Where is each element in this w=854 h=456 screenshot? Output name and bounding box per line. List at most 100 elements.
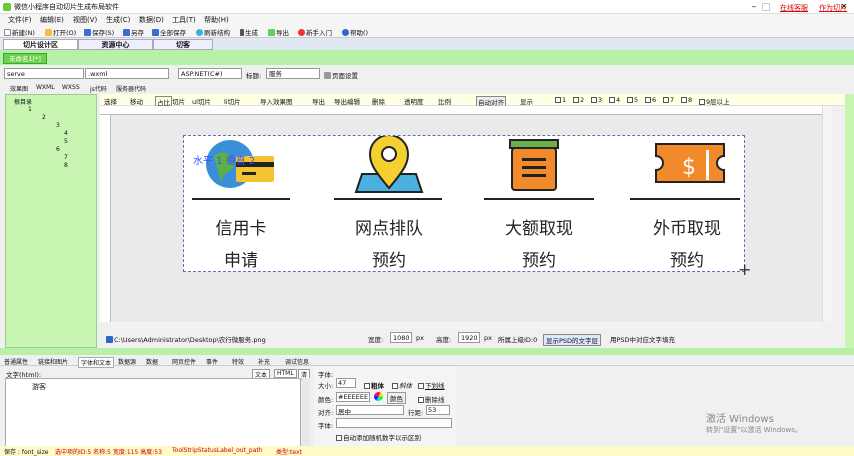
underline-checkbox[interactable]: 下划线	[418, 380, 445, 390]
card-title[interactable]: 外币取现	[622, 214, 752, 239]
proptab-web-controls[interactable]: 网页控件	[172, 357, 196, 366]
move-tool[interactable]: 移动	[130, 96, 143, 106]
subtab-server[interactable]: 服务器代码	[116, 84, 146, 93]
menu-tools[interactable]: 工具(T)	[172, 15, 196, 25]
menu-help[interactable]: 帮助(H)	[204, 15, 229, 25]
save-all-button[interactable]: 全部保存	[152, 27, 186, 37]
vertical-scrollbar[interactable]	[822, 106, 832, 322]
language-select[interactable]: ASP.NET(C#)	[178, 68, 242, 79]
tree-node[interactable]: 1	[28, 106, 32, 113]
subtab-wxss[interactable]: WXSS	[62, 84, 80, 91]
subtab-wxml[interactable]: WXML	[36, 84, 55, 91]
proptab-supplement[interactable]: 补充	[258, 357, 270, 366]
subtab-design[interactable]: 效果图	[10, 84, 28, 93]
li-slice-tool[interactable]: li切片	[224, 96, 241, 106]
close-icon[interactable]: ✕	[838, 1, 850, 12]
proptab-debug[interactable]: 调试信息	[285, 357, 309, 366]
right-tool-strip[interactable]	[833, 106, 845, 322]
card-title[interactable]: 大额取现	[474, 214, 604, 239]
align-select[interactable]: 居中	[336, 405, 404, 416]
card-title[interactable]: 网点排队	[324, 214, 454, 239]
layer-9-checkbox[interactable]: 9层以上	[699, 96, 730, 106]
font-size-input[interactable]: 47	[336, 378, 356, 388]
opacity-dropdown[interactable]: 透明度	[404, 96, 424, 106]
select-tool[interactable]: 选择	[104, 96, 117, 106]
horizontal-scrollbar[interactable]	[111, 322, 822, 329]
tree-node[interactable]: 6	[56, 146, 60, 153]
bold-checkbox[interactable]: 粗体	[364, 380, 384, 390]
open-button[interactable]: 打开(O)	[45, 27, 76, 37]
minimize-icon[interactable]: ‒	[748, 1, 760, 12]
scale-dropdown[interactable]: 比例	[438, 96, 451, 106]
online-service-link[interactable]: 在线客服	[780, 3, 808, 13]
text-editor-scrollbar[interactable]	[302, 378, 310, 448]
layer-7-checkbox[interactable]: 7	[663, 96, 674, 104]
ul-slice-tool[interactable]: ul切片	[192, 96, 211, 106]
tree-node[interactable]: 7	[64, 154, 68, 161]
card-title[interactable]: 信用卡	[176, 214, 306, 239]
card-subtitle[interactable]: 预约	[324, 246, 454, 271]
tab-slice-design[interactable]: 切片设计区	[3, 39, 78, 50]
proptab-link-image[interactable]: 链接和图片	[38, 357, 68, 366]
width-input[interactable]: 1080	[390, 332, 412, 343]
tab-qieke[interactable]: 切客	[153, 39, 213, 50]
delete-tool[interactable]: 删除	[372, 96, 385, 106]
restore-icon[interactable]	[762, 3, 770, 11]
tree-node[interactable]: 4	[64, 130, 68, 137]
card-subtitle[interactable]: 预约	[622, 246, 752, 271]
export-edit-tool[interactable]: 导出编辑	[334, 96, 360, 106]
tab-resource-center[interactable]: 资源中心	[78, 39, 153, 50]
tree-node[interactable]: 3	[56, 122, 60, 129]
beginner-guide-button[interactable]: 新手入门	[298, 27, 332, 37]
artboard[interactable]: $ 信用卡 申请 网点排队 预约 大额取现 预约 外币取现 预约	[183, 135, 745, 272]
tree-node[interactable]: 2	[42, 114, 46, 121]
tree-node[interactable]: 5	[64, 138, 68, 145]
extension-select[interactable]: .wxml	[85, 68, 169, 79]
card-subtitle[interactable]: 预约	[474, 246, 604, 271]
layer-5-checkbox[interactable]: 5	[627, 96, 638, 104]
color-wheel-icon[interactable]	[374, 392, 383, 401]
proptab-general[interactable]: 普通属性	[4, 357, 28, 366]
refresh-structure-button[interactable]: 刷新结构	[196, 27, 230, 37]
fill-psd-text-button[interactable]: 用PSD中对应文字填充	[610, 334, 675, 344]
save-button[interactable]: 保存(S)	[84, 27, 114, 37]
slice-tool[interactable]: 切片	[172, 96, 185, 106]
html-mode-button[interactable]: HTML	[274, 369, 297, 378]
color-input[interactable]: #EEEEEE	[336, 392, 370, 402]
save-as-button[interactable]: 另存	[123, 27, 144, 37]
layer-tree[interactable]: 根目录 1 2 3 4 5 6 7 8	[5, 94, 97, 348]
proptab-events[interactable]: 事件	[206, 357, 218, 366]
layer-6-checkbox[interactable]: 6	[645, 96, 656, 104]
subtab-js[interactable]: js代码	[90, 84, 107, 93]
page-name-input[interactable]: serve	[4, 68, 84, 79]
menu-file[interactable]: 文件(F)	[8, 15, 32, 25]
layer-1-checkbox[interactable]: 1	[555, 96, 566, 104]
height-input[interactable]: 1920	[458, 332, 480, 343]
menu-generate[interactable]: 生成(C)	[106, 15, 130, 25]
menu-view[interactable]: 视图(V)	[73, 15, 97, 25]
help-button[interactable]: 帮助()	[342, 27, 368, 37]
title-input[interactable]: 服务	[266, 68, 320, 79]
line-height-input[interactable]: 53	[426, 405, 450, 415]
menu-edit[interactable]: 编辑(E)	[40, 15, 64, 25]
layer-4-checkbox[interactable]: 4	[609, 96, 620, 104]
tree-root[interactable]: 根目录	[14, 97, 32, 106]
display-dropdown[interactable]: 显示	[520, 96, 533, 106]
document-tab[interactable]: 未命名1[*]	[3, 53, 47, 64]
font-family-select[interactable]	[336, 418, 452, 428]
menu-data[interactable]: 数据(D)	[139, 15, 164, 25]
export-tool[interactable]: 导出	[312, 96, 325, 106]
proptab-datasource[interactable]: 数据源	[118, 357, 136, 366]
layer-3-checkbox[interactable]: 3	[591, 96, 602, 104]
color-button[interactable]: 颜色	[387, 392, 406, 404]
proptab-data[interactable]: 数据	[146, 357, 158, 366]
page-settings-button[interactable]: 页面设置	[324, 70, 358, 80]
proptab-effects[interactable]: 特效	[232, 357, 244, 366]
card-subtitle[interactable]: 申请	[176, 246, 306, 271]
text-editor[interactable]: 游客	[5, 378, 301, 448]
generate-button[interactable]: 生成	[240, 27, 258, 37]
export-button[interactable]: 导出	[268, 27, 289, 37]
layer-8-checkbox[interactable]: 8	[681, 96, 692, 104]
strikethrough-checkbox[interactable]: 删除线	[418, 394, 445, 404]
show-psd-text-toggle[interactable]: 显示PSD的文字层	[543, 334, 602, 346]
